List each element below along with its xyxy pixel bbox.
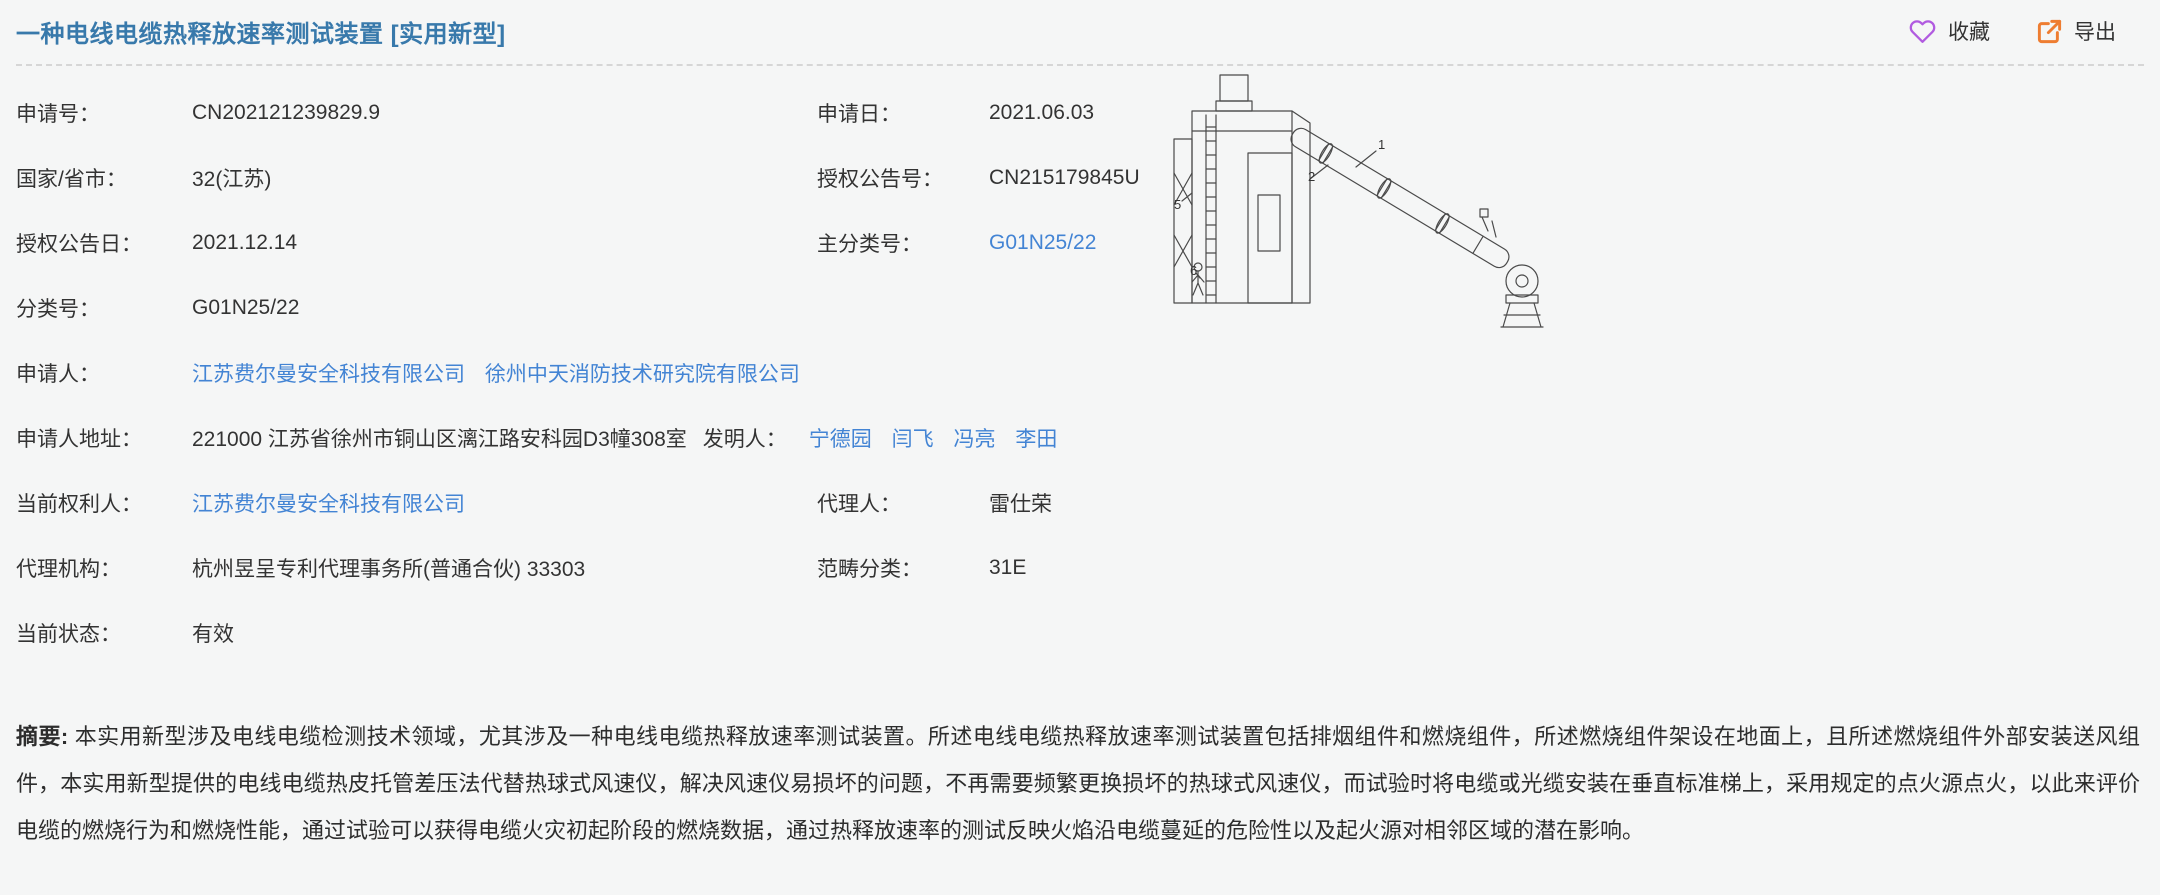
export-label: 导出 xyxy=(2074,16,2116,46)
abstract-text: 本实用新型涉及电线电缆检测技术领域，尤其涉及一种电线电缆热释放速率测试装置。所述… xyxy=(16,724,2140,843)
main-class-label: 主分类号： xyxy=(817,228,989,258)
main-class-link-wrap: G01N25/22 xyxy=(989,231,1160,255)
applicant-link[interactable]: 徐州中天消防技术研究院有限公司 xyxy=(485,363,800,386)
grant-pub-date-label: 授权公告日： xyxy=(16,228,192,258)
drawing-callout-6: 6 xyxy=(1190,263,1197,278)
favorite-label: 收藏 xyxy=(1948,16,1990,46)
field-row-country: 国家/省市： 32(江苏) 授权公告号： CN215179845U xyxy=(16,145,1160,210)
heart-icon xyxy=(1908,18,1937,45)
drawing-callout-1: 1 xyxy=(1378,137,1385,152)
inventor-link[interactable]: 宁德园 xyxy=(809,428,872,451)
abstract-section: 摘要:本实用新型涉及电线电缆检测技术领域，尤其涉及一种电线电缆热释放速率测试装置… xyxy=(0,713,2160,854)
applicant-address-value: 221000 江苏省徐州市铜山区漓江路安科园D3幢308室 xyxy=(192,423,687,453)
field-row-address-inventors: 申请人地址： 221000 江苏省徐州市铜山区漓江路安科园D3幢308室 发明人… xyxy=(16,405,1160,470)
field-row-grant-date: 授权公告日： 2021.12.14 主分类号： G01N25/22 xyxy=(16,210,1160,275)
grant-pub-no-label: 授权公告号： xyxy=(817,163,989,193)
inventor-link[interactable]: 李田 xyxy=(1015,428,1057,451)
export-icon xyxy=(2036,18,2063,45)
inventors-label: 发明人： xyxy=(703,423,787,453)
drawing-callout-2: 2 xyxy=(1308,169,1315,184)
application-no-label: 申请号： xyxy=(16,98,192,128)
agent-label: 代理人： xyxy=(817,488,989,518)
current-assignee-label: 当前权利人： xyxy=(16,488,192,518)
favorite-button[interactable]: 收藏 xyxy=(1908,16,1990,46)
application-date-label: 申请日： xyxy=(817,98,989,128)
applicant-link[interactable]: 江苏费尔曼安全科技有限公司 xyxy=(192,363,465,386)
applicants-links: 江苏费尔曼安全科技有限公司 徐州中天消防技术研究院有限公司 xyxy=(192,358,800,388)
country-province-label: 国家/省市： xyxy=(16,163,192,193)
patent-detail-fields: 申请号： CN202121239829.9 申请日： 2021.06.03 国家… xyxy=(0,66,1160,665)
applicant-address-label: 申请人地址： xyxy=(16,423,192,453)
page-title: 一种电线电缆热释放速率测试装置 [实用新型] xyxy=(16,14,506,49)
agency-value: 杭州昱呈专利代理事务所(普通合伙) 33303 xyxy=(192,553,817,583)
field-row-applicants: 申请人： 江苏费尔曼安全科技有限公司 徐州中天消防技术研究院有限公司 xyxy=(16,340,1160,405)
current-assignee-link[interactable]: 江苏费尔曼安全科技有限公司 xyxy=(192,493,465,516)
application-date-value: 2021.06.03 xyxy=(989,101,1160,125)
abstract-label: 摘要: xyxy=(16,724,68,749)
field-row-class-no: 分类号： G01N25/22 xyxy=(16,275,1160,340)
current-assignee-link-wrap: 江苏费尔曼安全科技有限公司 xyxy=(192,488,817,518)
grant-pub-date-value: 2021.12.14 xyxy=(192,231,817,255)
agent-value: 雷仕荣 xyxy=(989,488,1160,518)
field-row-application-no: 申请号： CN202121239829.9 申请日： 2021.06.03 xyxy=(16,80,1160,145)
grant-pub-no-value: CN215179845U xyxy=(989,166,1160,190)
inventor-link[interactable]: 冯亮 xyxy=(953,428,995,451)
current-status-value: 有效 xyxy=(192,618,817,648)
current-status-label: 当前状态： xyxy=(16,618,192,648)
class-no-value: G01N25/22 xyxy=(192,296,817,320)
category-class-value: 31E xyxy=(989,556,1160,580)
patent-drawing: 1 2 5 6 xyxy=(1170,72,1560,334)
patent-drawing-figure: 1 2 5 6 xyxy=(1170,72,1560,334)
field-row-agency: 代理机构： 杭州昱呈专利代理事务所(普通合伙) 33303 范畴分类： 31E xyxy=(16,535,1160,600)
application-no-value: CN202121239829.9 xyxy=(192,101,817,125)
inventors-links: 宁德园 闫飞 冯亮 李田 xyxy=(809,423,1058,453)
applicants-label: 申请人： xyxy=(16,358,192,388)
inventor-link[interactable]: 闫飞 xyxy=(892,428,934,451)
header-actions: 收藏 导出 xyxy=(1908,16,2116,46)
export-button[interactable]: 导出 xyxy=(2036,16,2116,46)
main-class-link[interactable]: G01N25/22 xyxy=(989,231,1096,254)
country-province-value: 32(江苏) xyxy=(192,163,817,193)
class-no-label: 分类号： xyxy=(16,293,192,323)
field-row-assignee: 当前权利人： 江苏费尔曼安全科技有限公司 代理人： 雷仕荣 xyxy=(16,470,1160,535)
category-class-label: 范畴分类： xyxy=(817,553,989,583)
patent-header: 一种电线电缆热释放速率测试装置 [实用新型] 收藏 导出 xyxy=(0,0,2160,58)
agency-label: 代理机构： xyxy=(16,553,192,583)
field-row-status: 当前状态： 有效 xyxy=(16,600,1160,665)
drawing-callout-5: 5 xyxy=(1174,197,1181,212)
